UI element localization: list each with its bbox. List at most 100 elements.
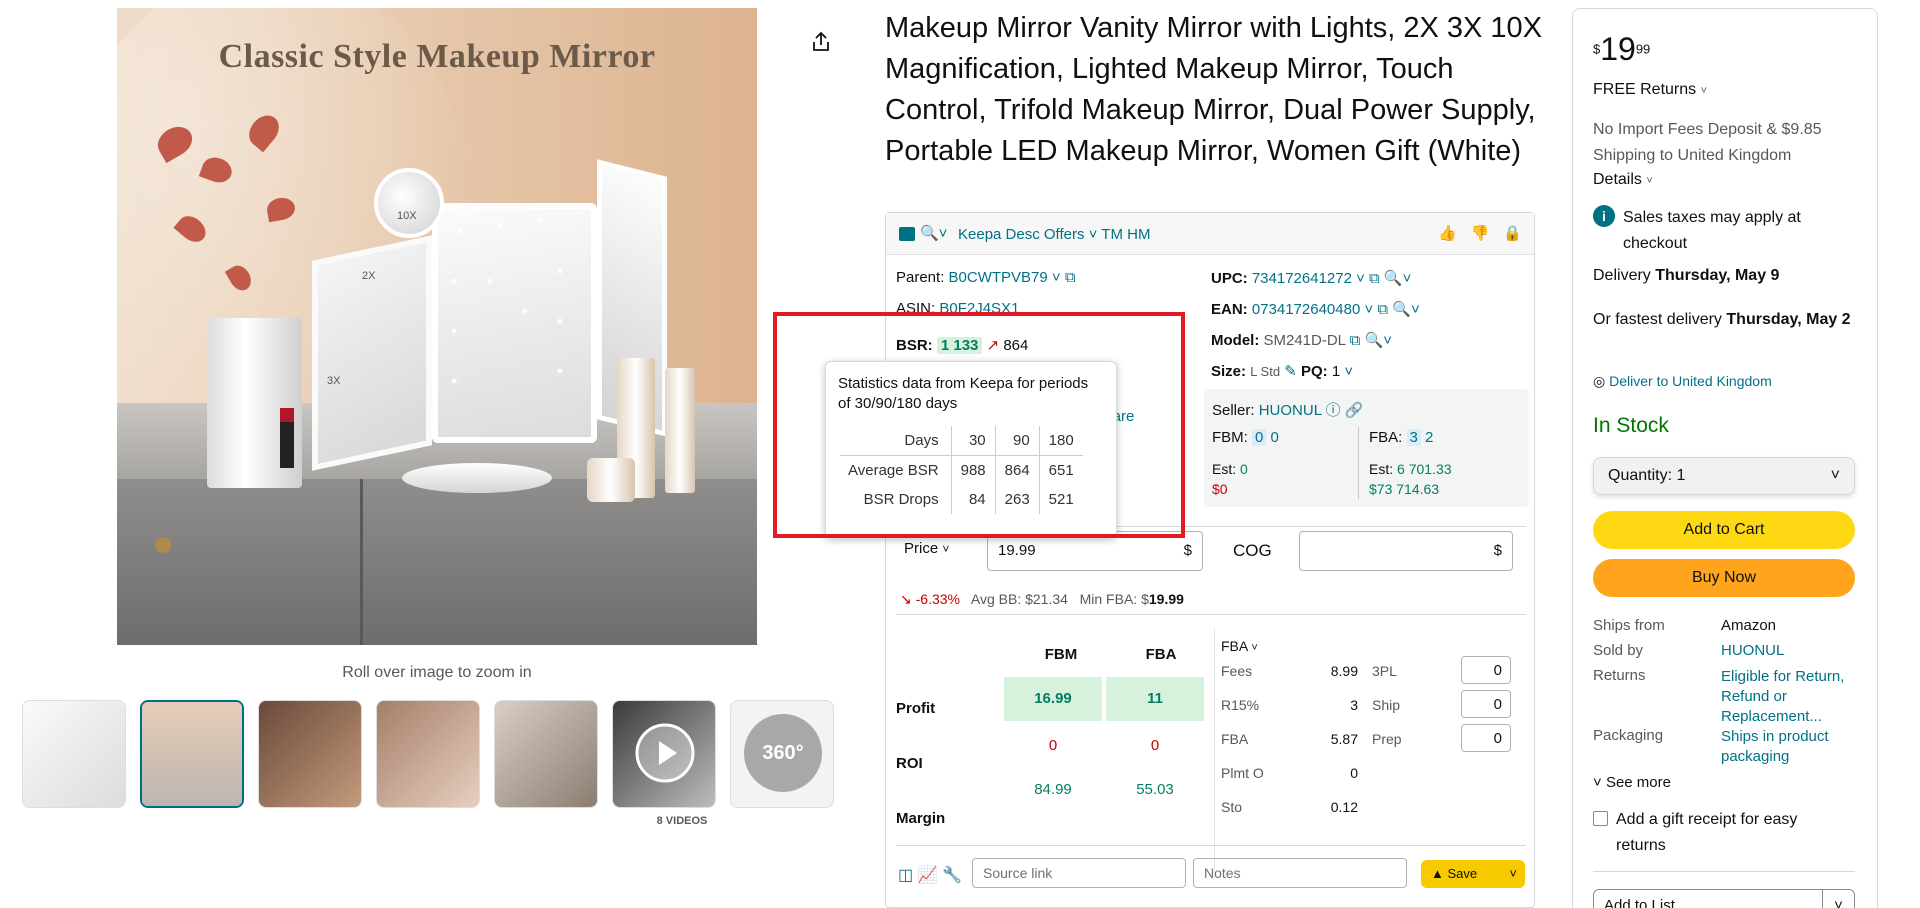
keepa-save-icon: ▲: [1431, 866, 1444, 881]
thumbnail-4[interactable]: [376, 700, 480, 808]
parent-label: Parent:: [896, 269, 945, 286]
roi-label: ROI: [896, 755, 923, 772]
roi-fba: 0: [1150, 737, 1160, 754]
col-header: 180: [1038, 426, 1083, 456]
gift-receipt-label: Add a gift receipt for easy returns: [1616, 811, 1798, 854]
edit-icon[interactable]: ✎: [1284, 363, 1297, 380]
info-icon[interactable]: ⓘ: [1326, 402, 1341, 419]
table-row: Average BSR 988 864 651: [840, 455, 1083, 485]
packaging-label: Packaging: [1593, 727, 1664, 744]
search-icon[interactable]: 🔍˅: [920, 224, 947, 242]
ships-from-value: Amazon: [1721, 617, 1777, 634]
thumbnail-strip: 360°: [22, 700, 834, 808]
keepa-logo-icon[interactable]: [899, 227, 915, 241]
360-view-thumbnail[interactable]: 360°: [730, 700, 834, 808]
sold-by-link[interactable]: HUONUL: [1721, 642, 1855, 659]
col-fba: FBA: [1145, 646, 1177, 663]
thumbs-down-icon[interactable]: 👎: [1471, 224, 1490, 242]
fee-value: 0.12: [1330, 799, 1358, 815]
asin-link[interactable]: B0F2J4SX1: [939, 300, 1019, 317]
add-to-list-button[interactable]: Add to List ˅: [1593, 889, 1855, 908]
margin-label: Margin: [896, 810, 946, 827]
main-product-image[interactable]: Classic Style Makeup Mirror 10X 2X 3X: [117, 8, 757, 645]
pq-label: PQ:: [1300, 363, 1328, 380]
thumbnail-1[interactable]: [22, 700, 126, 808]
add-to-cart-button[interactable]: Add to Cart: [1593, 511, 1855, 549]
chevron-down-icon: ˅: [1593, 774, 1602, 791]
3pl-input[interactable]: 0: [1461, 656, 1511, 684]
sold-by-label: Sold by: [1593, 642, 1644, 659]
lock-icon[interactable]: 🔒: [1503, 224, 1522, 242]
source-link-input[interactable]: Source link: [972, 858, 1186, 888]
cog-label: COG: [1233, 541, 1272, 560]
delivery-date: Thursday, May 9: [1655, 267, 1780, 284]
share-icon[interactable]: [809, 30, 833, 54]
est-fbm-value: $0: [1212, 481, 1228, 497]
seller-box: Seller: HUONUL ⓘ 🔗 FBM: 0 0 FBA: 3 2 Est…: [1204, 389, 1529, 507]
mag-label-10x: 10X: [397, 210, 417, 222]
thumbnail-3[interactable]: [258, 700, 362, 808]
wrench-icon[interactable]: 🔧: [942, 867, 962, 884]
table-cell: 651: [1038, 455, 1083, 485]
margin-fbm: 84.99: [1034, 781, 1072, 798]
seller-link[interactable]: HUONUL: [1259, 402, 1322, 419]
model-value: SM241D-DL: [1263, 332, 1346, 349]
import-fees-text: No Import Fees Deposit & $9.85 Shipping …: [1593, 121, 1822, 164]
notes-input[interactable]: Notes: [1193, 858, 1407, 888]
buy-now-button[interactable]: Buy Now: [1593, 559, 1855, 597]
ship-label: Ship: [1372, 697, 1401, 713]
deliver-to-link[interactable]: Deliver to United Kingdom: [1609, 373, 1772, 389]
bsr-statistics-tooltip: Statistics data from Keepa for periods o…: [825, 361, 1117, 538]
ean-link[interactable]: 0734172640480: [1252, 301, 1360, 318]
ean-label: EAN:: [1211, 301, 1248, 318]
fastest-date: Thursday, May 2: [1726, 311, 1851, 328]
tooltip-header: Statistics data from Keepa for periods o…: [838, 375, 1089, 412]
see-more-link[interactable]: See more: [1606, 774, 1671, 791]
seller-label: Seller:: [1212, 402, 1255, 419]
3pl-label: 3PL: [1372, 663, 1397, 679]
keepa-tag[interactable]: TM HM: [1101, 226, 1150, 243]
fee-label: Sto: [1221, 799, 1243, 815]
prep-input[interactable]: 0: [1461, 724, 1511, 752]
buy-box: $1999 FREE Returns ˅ No Import Fees Depo…: [1572, 8, 1878, 908]
fee-label: FBA: [1221, 731, 1249, 747]
fbm-label: FBM:: [1212, 429, 1248, 446]
link-icon[interactable]: 🔗: [1345, 402, 1364, 419]
row-label: BSR Drops: [863, 491, 939, 508]
free-returns-link[interactable]: FREE Returns: [1593, 81, 1696, 98]
table-row: BSR Drops 84 263 521: [840, 485, 1083, 514]
mag-label-2x: 2X: [362, 270, 376, 282]
thumbs-up-icon[interactable]: 👍: [1438, 224, 1457, 242]
trend-up-icon: ↗: [986, 337, 1000, 354]
fee-label[interactable]: Plmt O: [1221, 765, 1264, 781]
fees-mode-select[interactable]: FBA: [1221, 638, 1247, 654]
fbm-count-1: 0: [1252, 429, 1267, 446]
save-button[interactable]: ▲ Save ˅: [1421, 860, 1525, 888]
sidebar-toggle-icon[interactable]: ◫: [898, 867, 913, 884]
fee-value: 3: [1350, 697, 1358, 713]
keepa-offers-link[interactable]: Keepa Desc Offers: [958, 226, 1084, 243]
parent-asin-link[interactable]: B0CWTPVB79: [949, 269, 1048, 286]
thumbnail-2-selected[interactable]: [140, 700, 244, 808]
packaging-link[interactable]: Ships in product packaging: [1721, 727, 1855, 767]
upc-link[interactable]: 734172641272: [1252, 270, 1352, 287]
fastest-prefix: Or fastest delivery: [1593, 311, 1722, 328]
details-link[interactable]: Details: [1593, 171, 1642, 188]
thumbnail-5[interactable]: [494, 700, 598, 808]
image-title-text: Classic Style Makeup Mirror: [218, 38, 656, 75]
table-cell: 864: [994, 455, 1040, 485]
video-thumbnail[interactable]: [612, 700, 716, 808]
delivery-prefix: Delivery: [1593, 267, 1651, 284]
cog-input[interactable]: $: [1299, 531, 1513, 571]
est-fba-units: 6 701.33: [1397, 461, 1452, 477]
pq-value[interactable]: 1: [1332, 363, 1340, 380]
returns-link[interactable]: Eligible for Return, Refund or Replaceme…: [1721, 667, 1855, 727]
price-fraction: 99: [1635, 41, 1651, 57]
chart-icon[interactable]: 📈: [918, 867, 938, 884]
bsr-value[interactable]: 1 133: [936, 337, 983, 354]
keepa-panel: 🔍˅ Keepa Desc Offers ˅ TM HM 👍 👎 🔒 Paren…: [885, 212, 1535, 908]
fee-label: R15%: [1221, 697, 1260, 713]
gift-receipt-checkbox[interactable]: [1593, 811, 1608, 826]
quantity-select[interactable]: Quantity: 1 ˅: [1593, 457, 1855, 495]
ship-input[interactable]: 0: [1461, 690, 1511, 718]
